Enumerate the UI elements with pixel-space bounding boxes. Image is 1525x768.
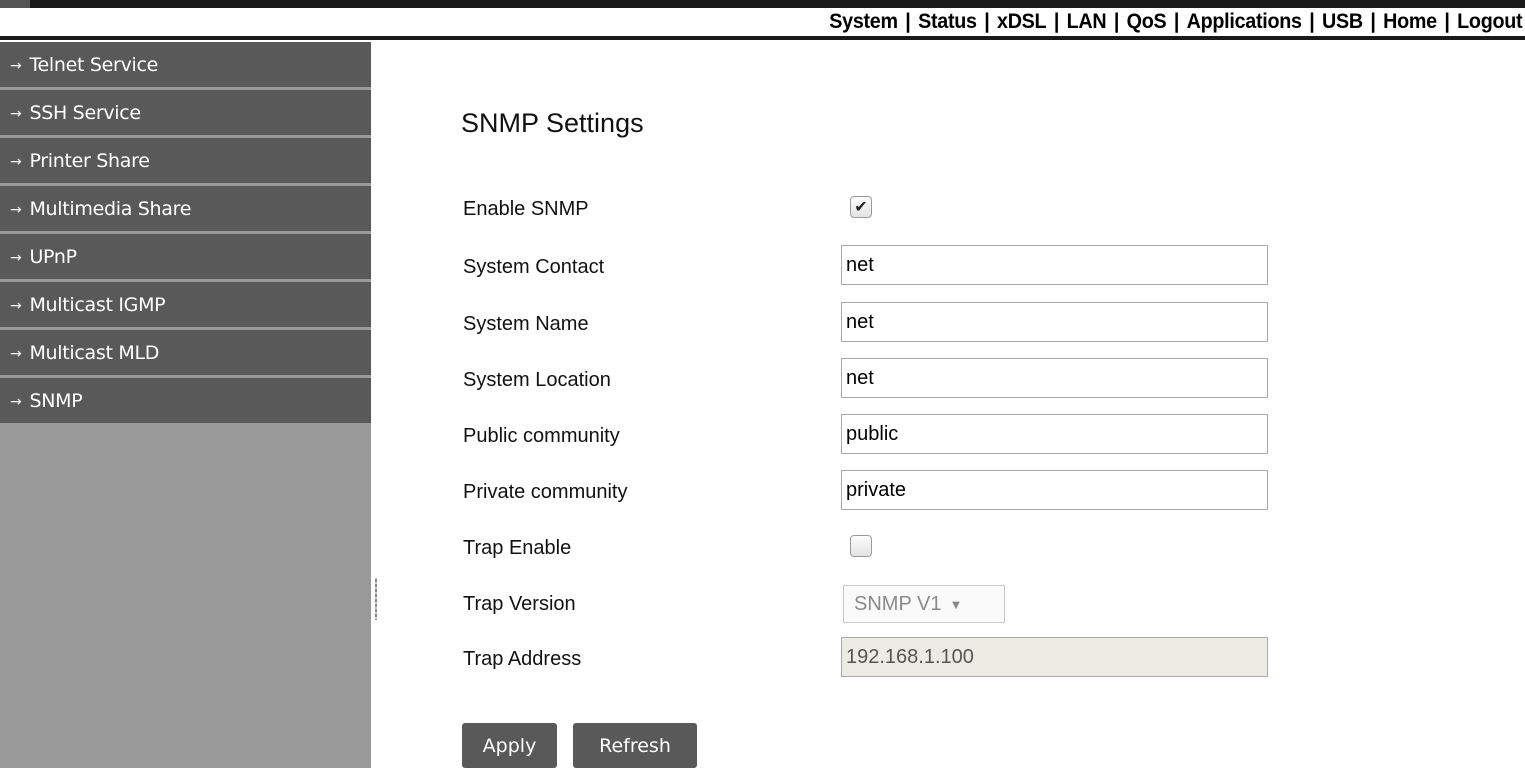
arrow-right-icon: → bbox=[10, 297, 22, 314]
system-name-label: System Name bbox=[463, 313, 589, 335]
nav-usb[interactable]: USB bbox=[1322, 10, 1363, 34]
trap-version-select[interactable]: SNMP V1 ▼ bbox=[843, 585, 1005, 623]
arrow-right-icon: → bbox=[10, 201, 22, 218]
system-contact-label: System Contact bbox=[463, 256, 605, 278]
sidebar-item-snmp[interactable]: → SNMP bbox=[0, 378, 371, 423]
sidebar-item-label: Multicast MLD bbox=[29, 341, 160, 364]
page-title: SNMP Settings bbox=[461, 108, 644, 138]
refresh-button[interactable]: Refresh bbox=[573, 723, 697, 768]
arrow-right-icon: → bbox=[10, 153, 22, 170]
top-divider bbox=[0, 36, 1525, 40]
sidebar-item-ssh-service[interactable]: → SSH Service bbox=[0, 90, 371, 135]
apply-button[interactable]: Apply bbox=[462, 723, 557, 768]
sidebar-item-label: SSH Service bbox=[29, 101, 141, 124]
resize-grip-handle[interactable] bbox=[375, 578, 377, 620]
sidebar-item-label: Multicast IGMP bbox=[29, 293, 166, 316]
sidebar-item-printer-share[interactable]: → Printer Share bbox=[0, 138, 371, 183]
trap-address-label: Trap Address bbox=[463, 648, 582, 670]
sidebar-item-upnp[interactable]: → UPnP bbox=[0, 234, 371, 279]
nav-logout[interactable]: Logout bbox=[1457, 10, 1522, 34]
nav-status[interactable]: Status bbox=[918, 10, 977, 34]
nav-separator: | bbox=[1444, 10, 1450, 33]
sidebar-item-telnet-service[interactable]: → Telnet Service bbox=[0, 42, 371, 87]
trap-version-label: Trap Version bbox=[463, 593, 576, 615]
trap-enable-label: Trap Enable bbox=[463, 537, 572, 559]
dropdown-caret-icon: ▼ bbox=[949, 596, 963, 612]
top-nav: System | Status | xDSL | LAN | QoS | App… bbox=[829, 8, 1522, 36]
sidebar-item-label: UPnP bbox=[29, 245, 77, 268]
nav-xdsl[interactable]: xDSL bbox=[997, 10, 1047, 34]
nav-separator: | bbox=[1113, 10, 1120, 33]
nav-separator: | bbox=[1370, 10, 1376, 33]
arrow-right-icon: → bbox=[10, 105, 22, 122]
enable-snmp-label: Enable SNMP bbox=[463, 198, 589, 220]
system-name-input[interactable] bbox=[841, 302, 1268, 342]
nav-separator: | bbox=[904, 10, 911, 33]
arrow-right-icon: → bbox=[10, 345, 22, 362]
nav-qos[interactable]: QoS bbox=[1126, 10, 1166, 34]
private-community-input[interactable] bbox=[841, 470, 1268, 510]
sidebar-item-multicast-mld[interactable]: → Multicast MLD bbox=[0, 330, 371, 375]
nav-system[interactable]: System bbox=[829, 10, 898, 34]
public-community-label: Public community bbox=[463, 425, 620, 447]
nav-applications[interactable]: Applications bbox=[1186, 10, 1301, 34]
arrow-right-icon: → bbox=[10, 57, 22, 74]
nav-separator: | bbox=[1053, 10, 1060, 33]
trap-enable-checkbox[interactable] bbox=[850, 535, 872, 557]
top-strip-nub bbox=[0, 0, 30, 8]
system-location-input[interactable] bbox=[841, 358, 1268, 398]
nav-separator: | bbox=[983, 10, 990, 33]
nav-home[interactable]: Home bbox=[1383, 10, 1437, 34]
sidebar-item-label: Multimedia Share bbox=[29, 197, 192, 220]
enable-snmp-checkbox[interactable]: ✔ bbox=[850, 196, 872, 218]
sidebar-item-multimedia-share[interactable]: → Multimedia Share bbox=[0, 186, 371, 231]
private-community-label: Private community bbox=[463, 481, 628, 503]
top-dark-strip bbox=[0, 0, 1525, 8]
trap-address-input[interactable] bbox=[841, 637, 1268, 677]
nav-separator: | bbox=[1308, 10, 1315, 33]
sidebar: → Telnet Service → SSH Service → Printer… bbox=[0, 42, 371, 768]
trap-version-value: SNMP V1 bbox=[854, 592, 942, 615]
arrow-right-icon: → bbox=[10, 249, 22, 266]
nav-separator: | bbox=[1173, 10, 1180, 33]
checkmark-icon: ✔ bbox=[854, 199, 868, 216]
sidebar-item-label: SNMP bbox=[29, 389, 83, 412]
sidebar-item-label: Printer Share bbox=[29, 149, 150, 172]
public-community-input[interactable] bbox=[841, 414, 1268, 454]
nav-lan[interactable]: LAN bbox=[1066, 10, 1106, 34]
sidebar-item-label: Telnet Service bbox=[29, 53, 159, 76]
arrow-right-icon: → bbox=[10, 393, 22, 410]
sidebar-item-multicast-igmp[interactable]: → Multicast IGMP bbox=[0, 282, 371, 327]
system-contact-input[interactable] bbox=[841, 245, 1268, 285]
system-location-label: System Location bbox=[463, 369, 611, 391]
top-bar: System | Status | xDSL | LAN | QoS | App… bbox=[0, 0, 1525, 40]
